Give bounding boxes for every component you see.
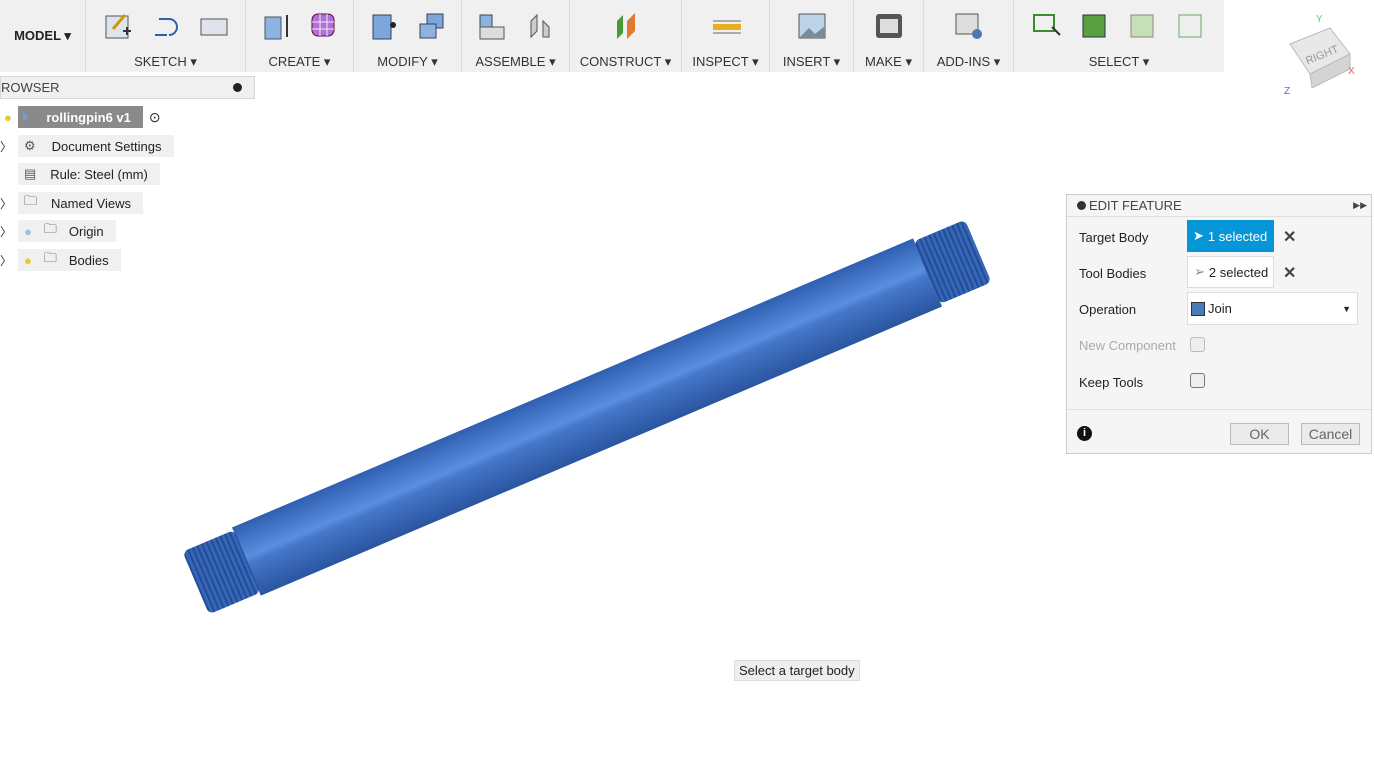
divider [1067, 409, 1371, 410]
edit-feature-dialog: EDIT FEATURE ▶▶ Target Body ➤ 1 selected ✕… [1066, 194, 1372, 454]
dialog-title: EDIT FEATURE [1089, 198, 1182, 213]
cursor-icon: ➢ [1194, 264, 1205, 279]
expand-dialog-icon[interactable]: ▶▶ [1353, 200, 1367, 211]
chevron-down-icon: ▼ [1342, 303, 1351, 314]
join-icon [1191, 301, 1205, 316]
rolling-pin-body[interactable] [181, 217, 992, 617]
keep-tools-checkbox[interactable] [1190, 373, 1205, 388]
tool-bodies-label: Tool Bodies [1079, 266, 1147, 281]
new-component-checkbox[interactable] [1190, 337, 1205, 352]
clear-tool-bodies-button[interactable]: ✕ [1283, 263, 1296, 283]
cursor-icon: ➤ [1193, 228, 1204, 243]
tool-bodies-value: 2 selected [1208, 264, 1269, 280]
operation-value: Join [1208, 301, 1232, 316]
info-icon[interactable]: i [1077, 426, 1092, 441]
target-body-value: 1 selected [1207, 228, 1268, 244]
cancel-button[interactable]: Cancel [1301, 423, 1360, 445]
keep-tools-label: Keep Tools [1079, 375, 1144, 390]
target-body-label: Target Body [1079, 230, 1149, 245]
operation-label: Operation [1079, 302, 1137, 317]
clear-target-button[interactable]: ✕ [1283, 227, 1296, 247]
ok-button[interactable]: OK [1230, 423, 1289, 445]
selection-hint-tooltip: Select a target body [734, 660, 860, 681]
dialog-header: EDIT FEATURE ▶▶ [1067, 195, 1371, 217]
new-component-label: New Component [1079, 338, 1176, 353]
operation-dropdown[interactable]: Join ▼ [1187, 292, 1358, 325]
target-body-selector[interactable]: ➤ 1 selected [1187, 220, 1274, 252]
collapse-icon[interactable] [1077, 201, 1086, 210]
tool-bodies-selector[interactable]: ➢ 2 selected [1187, 256, 1274, 288]
